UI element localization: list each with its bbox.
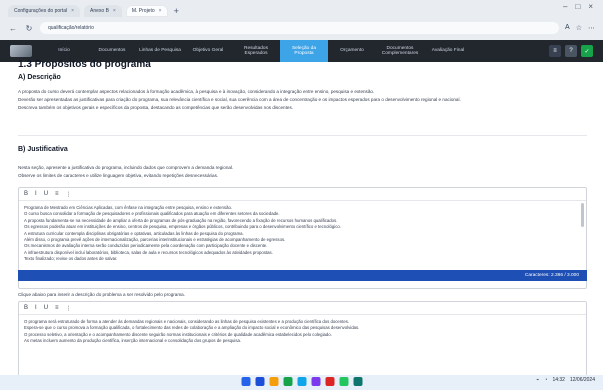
minimize-icon[interactable]: –: [563, 2, 567, 11]
underline-button[interactable]: U: [44, 305, 48, 311]
italic-button[interactable]: I: [35, 191, 37, 197]
mail-icon[interactable]: [297, 377, 306, 386]
align-button[interactable]: ≡: [55, 191, 59, 197]
browser-tab-2[interactable]: Anexo B ×: [84, 5, 122, 17]
more-button[interactable]: ⋮: [66, 191, 72, 198]
profile-icon[interactable]: A: [565, 24, 570, 32]
rich-text-editor[interactable]: B I U ≡ ⋮ Programa de Mestrado em Ciênci…: [18, 187, 587, 289]
content-area: 1.3 Propósitos do programa A) Descrição …: [18, 59, 587, 377]
menu-icon[interactable]: ⋯: [588, 24, 595, 32]
paragraph-line: Nesta seção, apresente a justificativa d…: [18, 165, 234, 170]
paragraph-line: Descreva também os objetivos gerais e es…: [18, 105, 294, 110]
nav-item-objetivo-geral[interactable]: Objetivo Geral: [184, 40, 232, 62]
browser-tab-1[interactable]: Configurações do portal ×: [8, 5, 81, 17]
star-icon[interactable]: ☆: [576, 24, 582, 32]
editor-scrollbar[interactable]: [581, 203, 584, 227]
browser-icon[interactable]: [283, 377, 292, 386]
store-icon[interactable]: [325, 377, 334, 386]
paragraph-line: Observe os limites de caracteres e utili…: [18, 173, 219, 178]
back-icon[interactable]: ←: [8, 24, 18, 33]
subsection-title-a: A) Descrição: [18, 74, 61, 81]
tab-label: Anexo B: [90, 8, 109, 14]
chat-icon[interactable]: [311, 377, 320, 386]
new-tab-icon[interactable]: +: [174, 6, 179, 16]
url-input[interactable]: qualificação/relatório: [40, 22, 560, 34]
reload-icon[interactable]: ↻: [24, 24, 34, 33]
volume-icon[interactable]: ◔: [544, 377, 547, 383]
taskbar: ⌁ ◔ 14:32 12/06/2024: [0, 375, 603, 390]
editor-line: Texto finalizado; revise os dados antes …: [24, 256, 118, 262]
photos-icon[interactable]: [339, 377, 348, 386]
search-icon[interactable]: [255, 377, 264, 386]
menu-button[interactable]: ≡: [549, 45, 561, 57]
system-tray: ⌁ ◔ 14:32 12/06/2024: [536, 377, 595, 383]
close-icon[interactable]: ×: [159, 8, 162, 14]
maximize-icon[interactable]: □: [575, 2, 580, 11]
clock-date[interactable]: 12/06/2024: [570, 377, 595, 383]
editor-toolbar: B I U ≡ ⋮: [19, 188, 586, 201]
editor-toolbar: B I U ≡ ⋮: [19, 302, 586, 315]
bold-button[interactable]: B: [24, 305, 28, 311]
nav-item-resultados[interactable]: Resultados Esperados: [232, 40, 280, 62]
page-content: 1.3 Propósitos do programa A) Descrição …: [0, 59, 603, 377]
subsection-title-b: B) Justificativa: [18, 146, 68, 153]
browser-tab-3[interactable]: M. Projeto ×: [125, 5, 168, 17]
nav-item-avaliacao[interactable]: Avaliação Final: [424, 40, 472, 62]
editor-line: As metas incluem aumento da produção cie…: [24, 338, 242, 344]
editor-body[interactable]: O programa será estruturado de forma a a…: [19, 315, 586, 349]
browser-chrome: Configurações do portal × Anexo B × M. P…: [0, 0, 603, 40]
nav-item-orcamento[interactable]: Orçamento: [328, 40, 376, 62]
character-count: Caracteres: 2.386 / 3.000: [524, 273, 579, 278]
logo-icon: [10, 45, 32, 57]
start-icon[interactable]: [241, 377, 250, 386]
section-divider: [18, 135, 587, 136]
files-icon[interactable]: [269, 377, 278, 386]
between-note: Clique abaixo para inserir a descrição d…: [18, 292, 185, 297]
description-paragraph: A proposta do curso deverá contemplar as…: [18, 88, 587, 112]
nav-actions: ≡ ? ✓: [549, 45, 593, 57]
close-icon[interactable]: ×: [113, 8, 116, 14]
nav-item-selecao[interactable]: Seleção da Proposta: [280, 40, 328, 62]
bold-button[interactable]: B: [24, 191, 28, 197]
justification-paragraph: Nesta seção, apresente a justificativa d…: [18, 164, 587, 180]
close-icon[interactable]: ×: [71, 8, 74, 14]
editor-status-bar: Caracteres: 2.386 / 3.000: [18, 270, 587, 281]
more-button[interactable]: ⋮: [66, 305, 72, 312]
paragraph-line: Deverão ser apresentadas as justificativ…: [18, 97, 461, 102]
editor-body[interactable]: Programa de Mestrado em Ciências Aplicad…: [19, 201, 586, 267]
page-title: 1.3 Propósitos do programa: [18, 59, 151, 70]
wifi-icon[interactable]: ⌁: [536, 377, 539, 383]
clock-time[interactable]: 14:32: [552, 377, 565, 383]
nav-item-complementares[interactable]: Documentos Complementares: [376, 40, 424, 62]
close-window-icon[interactable]: ×: [588, 2, 593, 11]
help-button[interactable]: ?: [565, 45, 577, 57]
tab-label: M. Projeto: [131, 8, 155, 14]
confirm-button[interactable]: ✓: [581, 45, 593, 57]
rich-text-editor-2[interactable]: B I U ≡ ⋮ O programa será estruturado de…: [18, 301, 587, 377]
paragraph-line: A proposta do curso deverá contemplar as…: [18, 89, 375, 94]
taskbar-apps: [241, 377, 362, 386]
address-actions: A ☆ ⋯: [565, 24, 595, 32]
settings-icon[interactable]: [353, 377, 362, 386]
align-button[interactable]: ≡: [55, 305, 59, 311]
window-controls: – □ ×: [563, 2, 593, 11]
tab-strip: Configurações do portal × Anexo B × M. P…: [8, 4, 595, 18]
address-bar: ← ↻ qualificação/relatório A ☆ ⋯: [8, 21, 595, 35]
italic-button[interactable]: I: [35, 305, 37, 311]
underline-button[interactable]: U: [44, 191, 48, 197]
tab-label: Configurações do portal: [14, 8, 68, 14]
